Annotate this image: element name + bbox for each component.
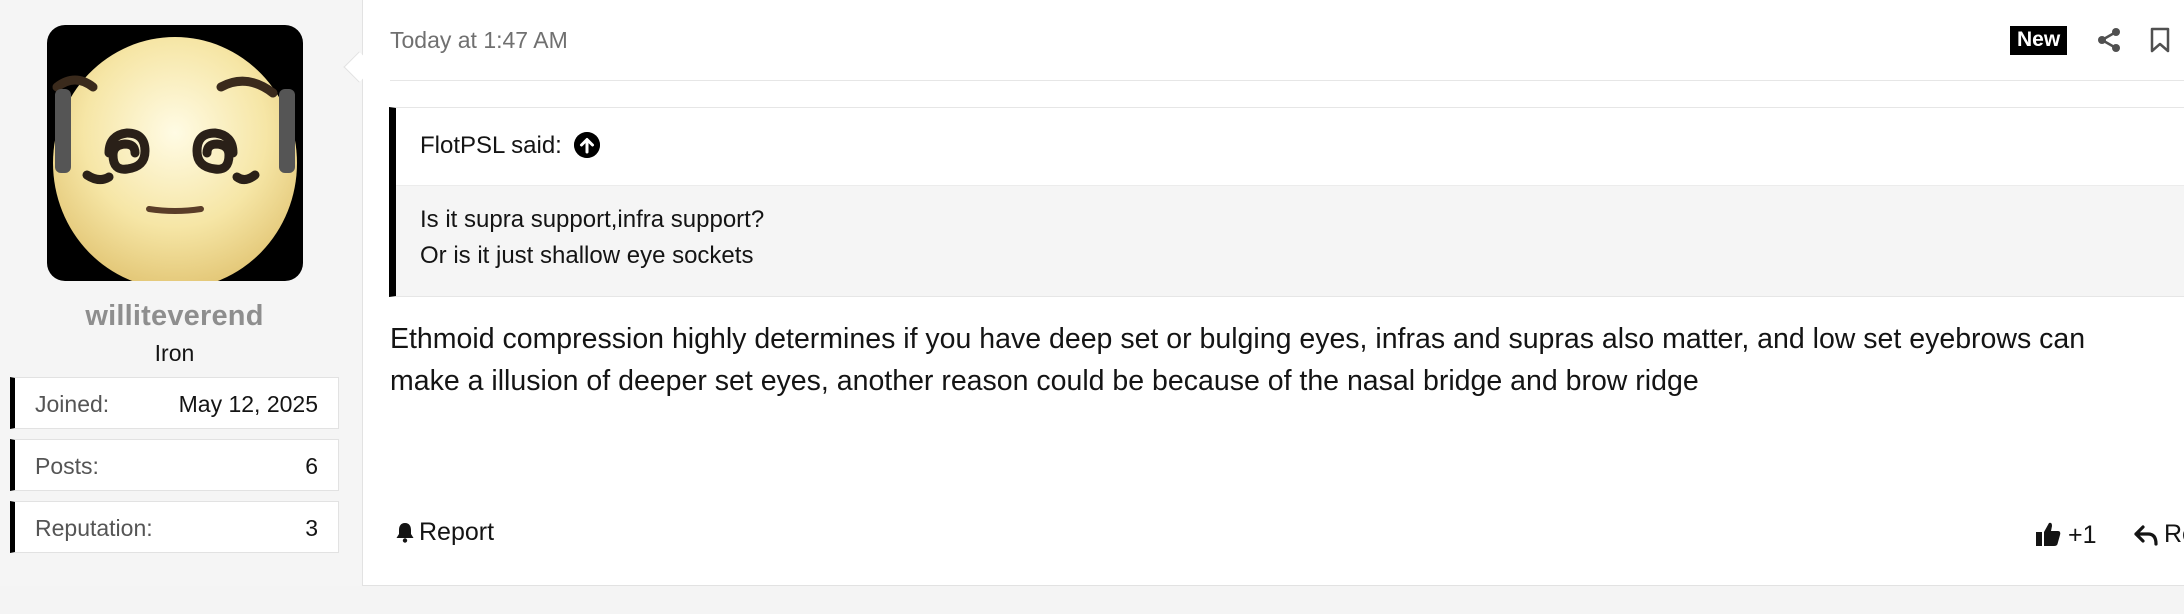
- post-timestamp[interactable]: Today at 1:47 AM: [390, 27, 568, 54]
- bell-icon: [396, 523, 414, 543]
- stat-value: 3: [305, 515, 318, 541]
- quote-line: Is it supra support,infra support?: [420, 206, 765, 233]
- username[interactable]: williteverend: [0, 300, 349, 333]
- report-button[interactable]: Report: [394, 518, 494, 547]
- quote-header: FlotPSL said:: [396, 108, 2184, 186]
- reply-label: Re: [2164, 520, 2184, 548]
- like-button[interactable]: +1: [2034, 520, 2097, 550]
- report-label: Report: [419, 518, 495, 546]
- message-line: make a illusion of deeper set eyes, anot…: [390, 365, 1699, 397]
- dizzy-face-avatar-image: [52, 37, 297, 281]
- avatar[interactable]: [47, 25, 303, 281]
- thumbs-up-icon: [2036, 522, 2061, 546]
- stat-reputation: Reputation: 3: [10, 501, 339, 553]
- quote-jump-up-icon[interactable]: [574, 132, 600, 158]
- stat-label: Joined:: [35, 391, 110, 417]
- user-cell: williteverend Iron Joined: May 12, 2025 …: [0, 0, 363, 586]
- like-count: +1: [2068, 521, 2097, 549]
- reply-button[interactable]: Re: [2134, 520, 2184, 549]
- new-badge: New: [2010, 26, 2068, 55]
- stat-label: Reputation:: [35, 515, 153, 541]
- quote-line: Or is it just shallow eye sockets: [420, 242, 754, 269]
- quote-author[interactable]: FlotPSL said:: [420, 132, 562, 160]
- forum-post: williteverend Iron Joined: May 12, 2025 …: [0, 0, 2184, 586]
- stat-value: 6: [305, 453, 318, 479]
- stat-value: May 12, 2025: [178, 391, 318, 417]
- user-title: Iron: [154, 340, 195, 366]
- stat-joined: Joined: May 12, 2025: [10, 377, 339, 429]
- quote-block: FlotPSL said: Is it supra support,infra …: [389, 107, 2184, 297]
- reply-icon: [2134, 525, 2158, 546]
- stat-label: Posts:: [35, 453, 99, 479]
- header-divider: [390, 80, 2184, 81]
- message-body: Ethmoid compression highly determines if…: [390, 318, 2184, 402]
- message-line: Ethmoid compression highly determines if…: [390, 323, 2086, 355]
- stat-posts: Posts: 6: [10, 439, 339, 491]
- share-icon[interactable]: [2096, 27, 2122, 53]
- bookmark-icon[interactable]: [2150, 27, 2170, 53]
